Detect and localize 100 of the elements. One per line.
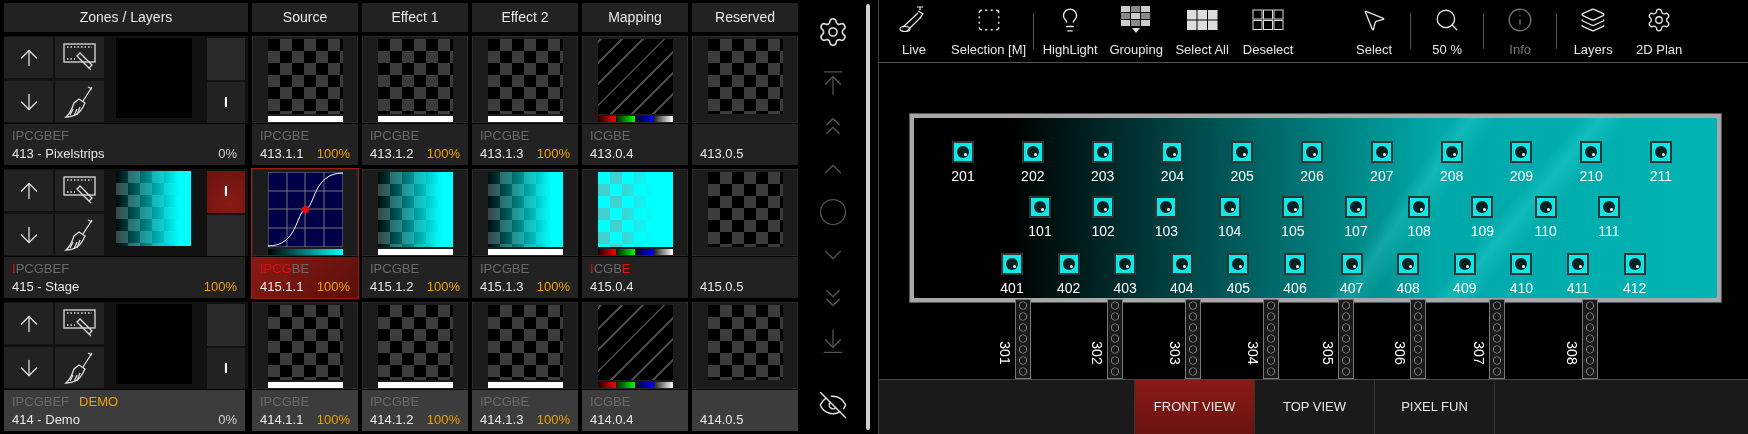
edit-selection-button[interactable] (55, 170, 104, 211)
fixture-icon[interactable] (1029, 196, 1051, 218)
fixture-icon[interactable] (1155, 196, 1178, 218)
fixture-icon[interactable] (1091, 141, 1114, 163)
fixture-number: 401 (1000, 280, 1024, 296)
hide-button[interactable] (818, 390, 848, 420)
channel-flags: IPCGBE (370, 260, 421, 277)
view-tab[interactable]: FRONT VIEW (1134, 380, 1254, 434)
toolbar-button[interactable]: Deselect (1235, 1, 1302, 61)
eye-off-icon (818, 390, 848, 420)
fixture-icon[interactable] (1231, 141, 1254, 163)
toolbar-button[interactable]: Layers (1560, 1, 1627, 61)
zone-label-panel[interactable]: IPCGBEF 413 - Pixelstrips 0% (4, 124, 245, 165)
layers-icon (1580, 6, 1607, 33)
fixture-icon[interactable] (1510, 141, 1533, 163)
solo-button[interactable]: I (207, 347, 245, 389)
fixture-icon[interactable] (1623, 253, 1646, 275)
fixture-icon[interactable] (1057, 253, 1080, 275)
move-up-button[interactable] (4, 303, 53, 344)
zone-percent: 100% (203, 278, 237, 296)
fixture-icon[interactable] (1092, 196, 1115, 218)
toggle-slot (207, 304, 245, 346)
scrollbar[interactable] (866, 4, 870, 430)
toolbar-button[interactable]: Live (881, 1, 947, 61)
fixture-icon[interactable] (1453, 253, 1476, 275)
fixture-number: 204 (1160, 168, 1185, 184)
fixture-icon[interactable] (1340, 253, 1363, 275)
fixture-icon[interactable] (1301, 141, 1323, 163)
fixture-icon[interactable] (1370, 141, 1393, 163)
fixture-icon[interactable] (1281, 196, 1304, 218)
layer-id: 415.1.3 (480, 278, 524, 296)
fixture-number: 405 (1226, 280, 1251, 296)
fixture-number: 411 (1566, 280, 1590, 296)
fixture-number: 105 (1281, 223, 1305, 239)
fixture-number: 207 (1370, 168, 1394, 184)
edit-selection-button[interactable] (55, 303, 104, 344)
channel-flags: IPCGBEF (12, 260, 70, 277)
fixture-number: 408 (1396, 280, 1420, 296)
fixture-icon[interactable] (1471, 196, 1494, 218)
fixture-icon[interactable] (1397, 253, 1420, 275)
move-down-button[interactable] (4, 81, 53, 122)
fixture-icon[interactable] (1567, 253, 1589, 275)
move-up-button[interactable] (4, 170, 53, 211)
toolbar-button[interactable]: Grouping (1103, 1, 1170, 61)
zone-name: 413 - Pixelstrips (12, 145, 105, 163)
channel-flags: IPCGBE (480, 260, 531, 277)
toolbar-button[interactable]: Select All (1169, 1, 1236, 61)
fixture-icon[interactable] (1170, 253, 1193, 275)
fixture-icon[interactable] (1534, 196, 1557, 218)
demo-tag: DEMO (79, 393, 119, 410)
channel-flags: ICGBE (590, 127, 632, 144)
grid-filled-icon (1186, 8, 1219, 31)
fixture-icon[interactable] (1021, 141, 1044, 163)
column-header: Reserved (692, 3, 798, 32)
zone-percent: 0% (218, 411, 237, 429)
truss-number: 305 (1319, 341, 1336, 365)
fixture-icon[interactable] (1408, 196, 1431, 218)
fixture-icon[interactable] (1345, 196, 1367, 218)
fixture-icon[interactable] (1440, 141, 1463, 163)
zone-percent: 0% (218, 145, 237, 163)
scroll-button[interactable] (818, 197, 848, 227)
fixture-icon[interactable] (1510, 253, 1533, 275)
solo-button[interactable]: I (207, 81, 245, 123)
fixture-icon[interactable] (1001, 253, 1023, 275)
fixture-number: 104 (1217, 223, 1242, 239)
layer-percent: 100% (316, 278, 350, 296)
channel-flags: IPCGBE (480, 127, 531, 144)
zone-label-panel[interactable]: IPCGBEF 415 - Stage 100% (4, 257, 245, 298)
channel-flags: IPCGBEF (12, 127, 70, 144)
column-header: Effect 2 (472, 3, 578, 32)
center-dot-icon (818, 197, 848, 227)
fixture-icon[interactable] (1650, 141, 1672, 163)
toolbar-button[interactable]: Select (1341, 1, 1408, 61)
toolbar-button[interactable]: HighLight (1037, 1, 1104, 61)
toggle-slot (207, 38, 245, 80)
fixture-icon[interactable] (1161, 141, 1184, 163)
move-up-button[interactable] (4, 37, 53, 78)
solo-button[interactable]: I (207, 171, 245, 213)
fixture-icon[interactable] (1580, 141, 1603, 163)
fixture-icon[interactable] (1114, 253, 1137, 275)
clear-button[interactable] (55, 81, 104, 122)
toolbar-button[interactable]: 2D Plan (1626, 1, 1693, 61)
move-down-button[interactable] (4, 347, 53, 388)
move-down-button[interactable] (4, 214, 53, 255)
layer-id: 413.1.1 (260, 145, 304, 163)
fixture-icon[interactable] (1284, 253, 1306, 275)
fixture-icon[interactable] (1218, 196, 1241, 218)
edit-selection-button[interactable] (55, 37, 104, 78)
fixture-number: 209 (1509, 168, 1534, 184)
fixture-icon[interactable] (1227, 253, 1250, 275)
toolbar-divider (1033, 13, 1035, 49)
fixture-icon[interactable] (952, 141, 974, 163)
fixture-number: 404 (1170, 280, 1194, 296)
clear-button[interactable] (55, 347, 104, 388)
clear-button[interactable] (55, 214, 104, 255)
column-header: Zones / Layers (4, 3, 248, 32)
toolbar-button[interactable]: 50 % (1414, 1, 1481, 61)
fixture-icon[interactable] (1597, 196, 1620, 218)
toolbar-button[interactable]: Selection [M] (947, 1, 1031, 61)
settings-button[interactable] (817, 16, 849, 48)
